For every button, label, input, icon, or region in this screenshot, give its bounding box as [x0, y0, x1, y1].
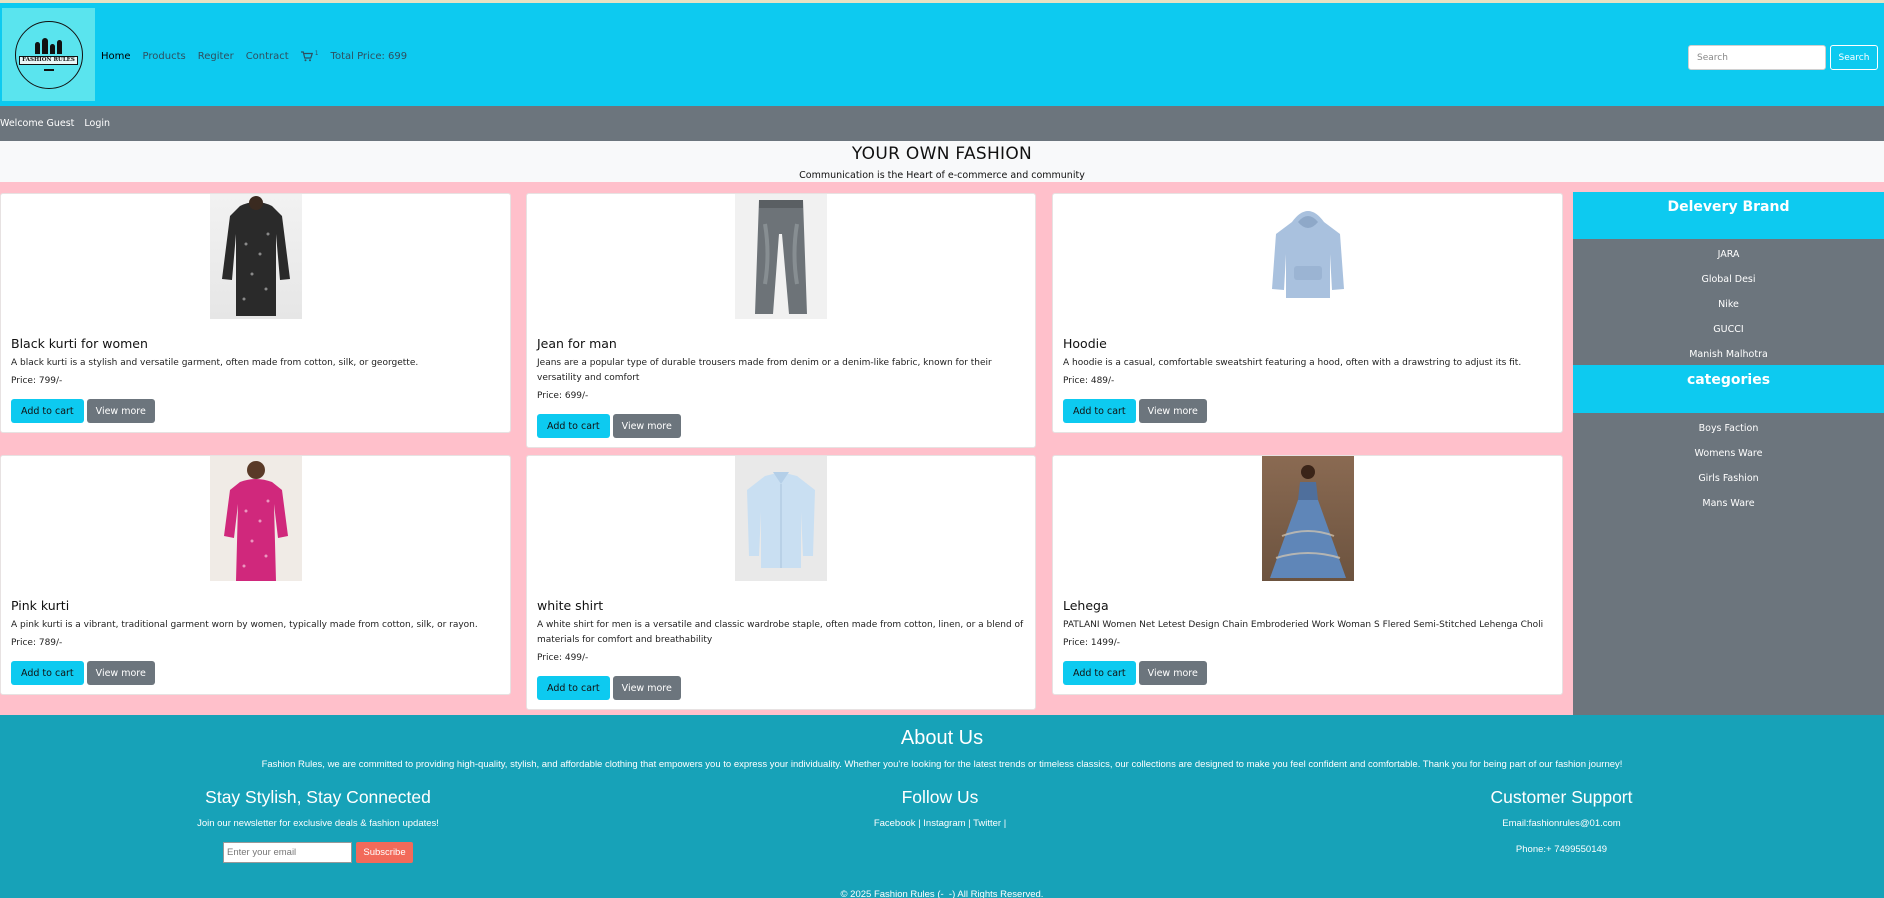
categories-list: Boys Faction Womens Ware Girls Fashion M… [1573, 413, 1884, 715]
view-more-button[interactable]: View more [612, 676, 681, 700]
nav-register[interactable]: Regiter [198, 51, 234, 62]
newsletter-text: Join our newsletter for exclusive deals … [197, 818, 439, 829]
view-more-button[interactable]: View more [1138, 399, 1207, 423]
product-name: Pink kurti [11, 598, 70, 613]
view-more-button[interactable]: View more [1138, 661, 1207, 685]
product-price: Price: 699/- [537, 391, 589, 401]
product-image[interactable] [735, 194, 827, 319]
search-input[interactable]: Search [1688, 45, 1826, 70]
support-email: Email:fashionrules@01.com [1502, 818, 1621, 829]
view-more-button[interactable]: View more [612, 414, 681, 438]
brand-item[interactable]: JARA [1573, 242, 1884, 267]
nav-home[interactable]: Home [101, 51, 131, 62]
user-bar: Welcome Guest Login [0, 106, 1884, 141]
product-price: Price: 499/- [537, 653, 589, 663]
navbar: FASHION RULES Home Products Regiter Cont… [0, 3, 1884, 106]
cart-link[interactable]: 1 [300, 50, 319, 62]
main-nav: Home Products Regiter Contract 1 Total P… [101, 50, 408, 63]
logo-text: FASHION RULES [19, 56, 78, 65]
hero-banner: YOUR OWN FASHION Communication is the He… [0, 141, 1884, 182]
product-description: A hoodie is a casual, comfortable sweats… [1063, 358, 1522, 368]
cart-count: 1 [314, 50, 319, 57]
brand-heading: Delevery Brand [1573, 192, 1884, 239]
social-links[interactable]: Facebook | Instagram | Twitter | [820, 818, 1060, 829]
add-to-cart-button[interactable]: Add to cart [1063, 661, 1136, 685]
product-description: A pink kurti is a vibrant, traditional g… [11, 620, 478, 630]
cart-icon [300, 51, 313, 62]
product-name: Lehega [1063, 598, 1109, 613]
product-name: Jean for man [537, 336, 617, 351]
view-more-button[interactable]: View more [86, 399, 155, 423]
follow-heading: Follow Us [901, 787, 979, 807]
product-card: Pink kurti A pink kurti is a vibrant, tr… [0, 455, 511, 695]
product-card: Jean for man Jeans are a popular type of… [526, 193, 1036, 448]
follow-section: Follow Us Facebook | Instagram | Twitter… [820, 787, 1060, 829]
brand-list: JARA Global Desi Nike GUCCI Manish Malho… [1573, 239, 1884, 365]
product-card: white shirt A white shirt for men is a v… [526, 455, 1036, 710]
product-card: Hoodie A hoodie is a casual, comfortable… [1052, 193, 1563, 433]
product-price: Price: 489/- [1063, 376, 1115, 386]
page-subtitle: Communication is the Heart of e-commerce… [799, 170, 1085, 181]
support-section: Customer Support Email:fashionrules@01.c… [1450, 787, 1673, 855]
product-description: PATLANI Women Net Letest Design Chain Em… [1063, 620, 1544, 630]
product-description: A black kurti is a stylish and versatile… [11, 358, 419, 368]
product-image[interactable] [209, 194, 302, 319]
category-item[interactable]: Mans Ware [1573, 491, 1884, 516]
product-description: A white shirt for men is a versatile and… [537, 620, 1024, 645]
footer: About Us Fashion Rules, we are committed… [0, 715, 1884, 898]
brand-item[interactable]: Nike [1573, 292, 1884, 317]
search-button[interactable]: Search [1830, 45, 1878, 70]
product-card: Black kurti for women A black kurti is a… [0, 193, 511, 433]
welcome-text: Welcome Guest [0, 118, 75, 129]
brand-item[interactable]: Manish Malhotra [1573, 342, 1884, 367]
product-price: Price: 799/- [11, 376, 63, 386]
newsletter-heading: Stay Stylish, Stay Connected [205, 787, 431, 807]
add-to-cart-button[interactable]: Add to cart [11, 661, 84, 685]
support-heading: Customer Support [1490, 787, 1633, 807]
about-text: Fashion Rules, we are committed to provi… [261, 759, 1623, 770]
page-title: YOUR OWN FASHION [851, 144, 1033, 164]
product-image[interactable] [209, 456, 302, 581]
brand-item[interactable]: Global Desi [1573, 267, 1884, 292]
category-item[interactable]: Girls Fashion [1573, 466, 1884, 491]
newsletter-section: Stay Stylish, Stay Connected Join our ne… [160, 787, 476, 829]
view-more-button[interactable]: View more [86, 661, 155, 685]
product-image[interactable] [1261, 456, 1354, 581]
support-phone: Phone:+ 7499550149 [1515, 844, 1608, 855]
total-price: Total Price: 699 [330, 51, 408, 62]
category-item[interactable]: Womens Ware [1573, 441, 1884, 466]
logo-badge: FASHION RULES [14, 20, 83, 89]
login-link[interactable]: Login [84, 118, 110, 129]
product-name: Hoodie [1063, 336, 1107, 351]
email-field[interactable]: Enter your email [223, 842, 352, 863]
category-item[interactable]: Boys Faction [1573, 416, 1884, 441]
add-to-cart-button[interactable]: Add to cart [537, 414, 610, 438]
product-price: Price: 1499/- [1063, 638, 1121, 648]
add-to-cart-button[interactable]: Add to cart [1063, 399, 1136, 423]
categories-heading: categories [1573, 365, 1884, 413]
product-description: Jeans are a popular type of durable trou… [537, 358, 992, 383]
logo-bike-icon [43, 67, 54, 71]
about-heading: About Us [900, 727, 984, 749]
add-to-cart-button[interactable]: Add to cart [537, 676, 610, 700]
product-name: Black kurti for women [11, 336, 148, 351]
product-price: Price: 789/- [11, 638, 63, 648]
product-name: white shirt [537, 598, 604, 613]
product-image[interactable] [1261, 194, 1354, 319]
product-image[interactable] [735, 456, 827, 581]
brand-item[interactable]: GUCCI [1573, 317, 1884, 342]
product-card: Lehega PATLANI Women Net Letest Design C… [1052, 455, 1563, 695]
site-logo[interactable]: FASHION RULES [2, 8, 95, 101]
copyright: © 2025 Fashion Rules (-_-) All Rights Re… [840, 889, 1044, 898]
add-to-cart-button[interactable]: Add to cart [11, 399, 84, 423]
nav-products[interactable]: Products [143, 51, 186, 62]
nav-contract[interactable]: Contract [246, 51, 289, 62]
logo-figures-icon [35, 38, 62, 54]
subscribe-button[interactable]: Subscribe [356, 842, 413, 863]
